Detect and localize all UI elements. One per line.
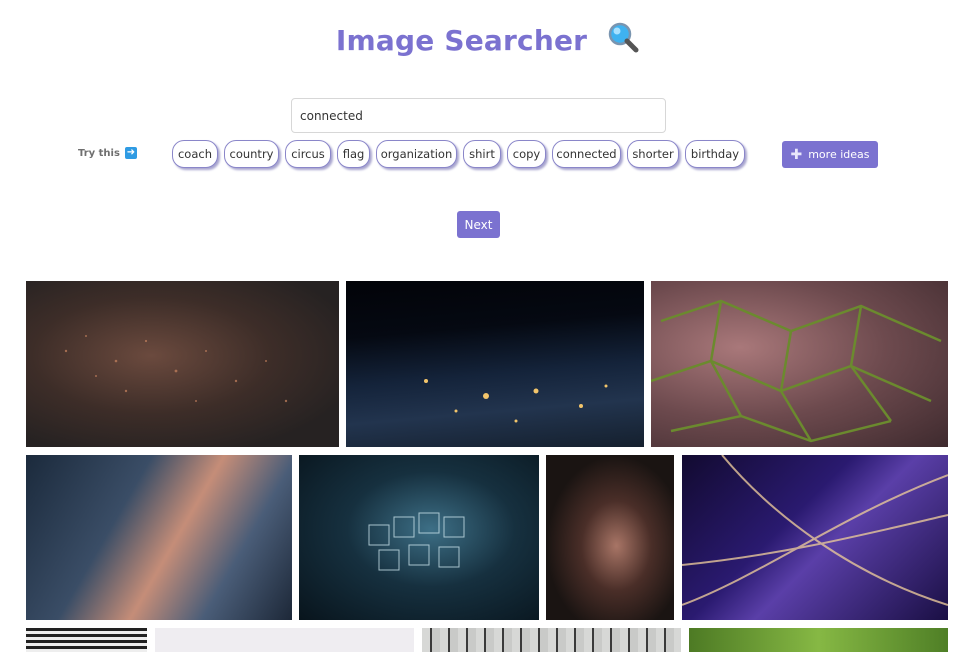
chip-circus[interactable]: circus bbox=[285, 140, 331, 168]
search-input[interactable] bbox=[291, 98, 666, 133]
chip-copy[interactable]: copy bbox=[507, 140, 546, 168]
result-image-leaf[interactable] bbox=[689, 628, 948, 652]
chip-flag[interactable]: flag bbox=[337, 140, 370, 168]
page-title: Image Searcher bbox=[0, 22, 975, 61]
earth-lights-pattern bbox=[424, 379, 608, 423]
chip-shorter[interactable]: shorter bbox=[627, 140, 679, 168]
result-image-people-phones[interactable] bbox=[26, 455, 292, 620]
rope-net-pattern bbox=[651, 299, 942, 443]
result-image-stage-cubes[interactable] bbox=[299, 455, 539, 620]
magnifier-icon bbox=[607, 22, 639, 61]
result-image-earth-night[interactable] bbox=[346, 281, 644, 447]
chip-organization[interactable]: organization bbox=[376, 140, 457, 168]
try-this-label: Try this ➜ bbox=[78, 147, 137, 159]
result-image-rope-net[interactable] bbox=[651, 281, 948, 447]
more-ideas-label: more ideas bbox=[808, 148, 870, 161]
result-image-light[interactable] bbox=[155, 628, 414, 652]
chip-country[interactable]: country bbox=[224, 140, 279, 168]
highway-pattern bbox=[682, 455, 948, 606]
city-lights-pattern bbox=[64, 335, 288, 403]
result-image-city-lights[interactable] bbox=[26, 281, 339, 447]
chip-birthday[interactable]: birthday bbox=[685, 140, 745, 168]
right-arrow-icon: ➜ bbox=[124, 147, 137, 159]
chip-coach[interactable]: coach bbox=[172, 140, 218, 168]
next-button[interactable]: Next bbox=[457, 211, 500, 238]
title-text: Image Searcher bbox=[335, 24, 588, 57]
result-image-highway-night[interactable] bbox=[682, 455, 948, 620]
result-image-crowd[interactable] bbox=[422, 628, 681, 652]
result-image-hand-ring[interactable] bbox=[546, 455, 674, 620]
chip-connected[interactable]: connected bbox=[552, 140, 621, 168]
more-ideas-button[interactable]: ✚ more ideas bbox=[782, 141, 878, 168]
result-image-stripes[interactable] bbox=[26, 628, 147, 652]
chip-shirt[interactable]: shirt bbox=[463, 140, 501, 168]
plus-icon: ✚ bbox=[790, 146, 803, 163]
stage-cubes-pattern bbox=[368, 512, 465, 571]
try-this-text: Try this bbox=[78, 147, 120, 159]
